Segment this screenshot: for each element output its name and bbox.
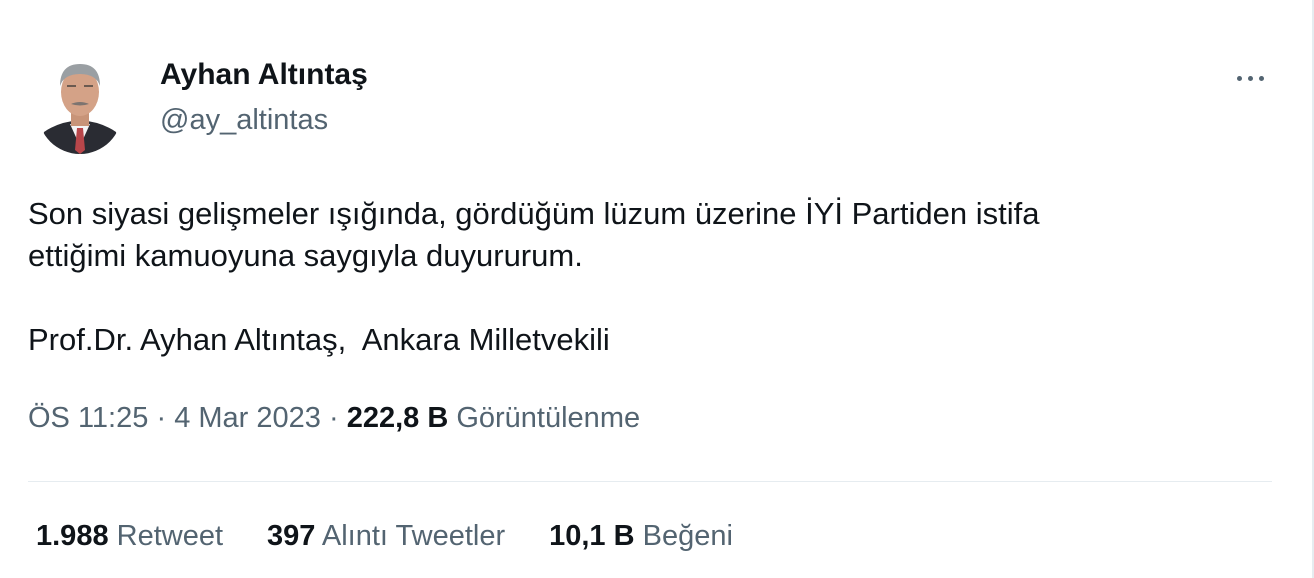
avatar-image [38, 54, 122, 154]
views-label: Görüntülenme [456, 402, 641, 434]
tweet-card: Ayhan Altıntaş @ay_altintas Son siyasi g… [0, 0, 1314, 578]
retweets-count: 1.988 [36, 520, 109, 552]
more-dot [1247, 75, 1253, 81]
retweets-stat[interactable]: 1.988 Retweet [36, 520, 223, 553]
tweet-text: Son siyasi gelişmeler ışığında, gördüğüm… [28, 196, 1040, 357]
meta-separator: · [328, 402, 339, 434]
engagement-stats: 1.988 Retweet 397 Alıntı Tweetler 10,1 B… [36, 520, 777, 553]
author-handle[interactable]: @ay_altintas [160, 104, 328, 137]
more-options-icon[interactable] [1228, 60, 1272, 96]
quotes-count: 397 [267, 520, 316, 552]
tweet-date[interactable]: 4 Mar 2023 [174, 402, 321, 434]
views-count: 222,8 B [346, 402, 449, 434]
tweet-meta: ÖS 11:25 · 4 Mar 2023 · 222,8 B Görüntül… [28, 402, 640, 435]
author-display-name[interactable]: Ayhan Altıntaş [160, 58, 368, 92]
quotes-label: Alıntı Tweetler [321, 520, 506, 552]
more-dot [1236, 75, 1242, 81]
likes-label: Beğeni [642, 520, 733, 552]
retweets-label: Retweet [116, 520, 224, 552]
quotes-stat[interactable]: 397 Alıntı Tweetler [267, 520, 505, 553]
likes-stat[interactable]: 10,1 B Beğeni [549, 520, 733, 553]
avatar[interactable] [38, 54, 122, 154]
divider [28, 481, 1272, 482]
more-dot [1258, 75, 1264, 81]
meta-separator: · [156, 402, 167, 434]
tweet-time[interactable]: ÖS 11:25 [28, 402, 148, 434]
likes-count: 10,1 B [549, 520, 635, 552]
